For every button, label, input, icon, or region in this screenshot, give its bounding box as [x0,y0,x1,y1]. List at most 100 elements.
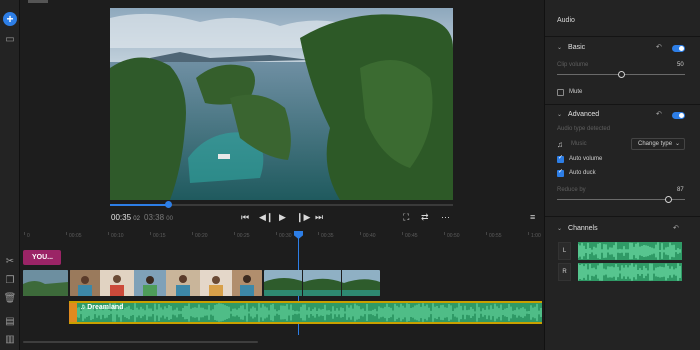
ruler-label: 00:25 [237,233,250,239]
ruler-tick [486,232,487,235]
right-channel-waveform [577,263,682,281]
title-clip[interactable]: YOU... [23,250,61,265]
left-channel-row: L [558,242,683,260]
audio-type-label: Audio type detected [557,126,611,132]
preview-scrubber[interactable] [110,201,453,208]
right-channel-label[interactable]: R [558,263,571,281]
timeline-ruler[interactable]: 0 00:05 00:10 00:15 00:20 00:25 00:30 00:35 00:4… [20,232,544,242]
left-toolbar: + ▭ ✂ ❐ 🗑 ▤ ▥ [0,0,20,350]
ruler-label: 00:20 [195,233,208,239]
left-channel-waveform [577,242,682,260]
timeline-scrollbar[interactable] [23,341,258,343]
trash-icon[interactable]: 🗑 [3,291,17,305]
video-clip-3[interactable] [264,270,380,296]
step-forward-icon[interactable]: ❙▶ [296,212,310,223]
audio-clip-handle[interactable] [69,303,77,322]
video-track [23,270,542,296]
menu-icon[interactable]: ≡ [530,212,535,222]
mute-label: Mute [569,89,583,95]
clip-volume-value: 50 [677,62,684,68]
advanced-toggle[interactable] [672,112,685,119]
reset-icon[interactable]: ↶ [656,43,662,51]
skip-end-icon[interactable]: ⏭ [315,212,323,223]
divider [545,104,700,105]
change-type-dropdown[interactable]: Change type ⌄ [631,138,685,150]
reduce-by-slider[interactable] [557,196,685,203]
reset-icon[interactable]: ↶ [673,224,679,232]
mute-checkbox[interactable] [557,89,564,96]
duplicate-icon[interactable]: ❐ [3,273,17,287]
split-track-icon[interactable]: ▤ [3,314,17,328]
audio-type-name: Music [571,141,587,147]
ruler-label: 00:35 [321,233,334,239]
auto-duck-checkbox[interactable] [557,168,564,177]
basic-toggle[interactable] [672,45,685,52]
ruler-label: 00:05 [69,233,82,239]
basic-section-header[interactable]: ⌄ Basic [557,44,585,51]
video-clip-1[interactable] [23,270,68,296]
ruler-label: 00:15 [153,233,166,239]
auto-volume-label: Auto volume [569,156,603,162]
clip-volume-slider[interactable] [557,71,685,78]
video-clip-2[interactable] [70,270,262,296]
ruler-tick [66,232,67,235]
more-options-icon[interactable]: ⋯ [441,212,450,223]
chevron-down-icon: ⌄ [557,226,563,232]
ruler-label: 00:30 [279,233,292,239]
window-indicator [28,0,48,3]
audio-panel: Audio ⌄ Basic ↶ Clip volume 50 Mute ⌄ Adva… [544,0,700,350]
ruler-tick [192,232,193,235]
music-note-icon: ♫ [557,140,563,149]
auto-volume-checkbox[interactable] [557,154,564,163]
ruler-tick [444,232,445,235]
duration-timecode: 03:38 00 [144,213,173,222]
scissors-icon[interactable]: ✂ [3,254,17,268]
left-channel-label[interactable]: L [558,242,571,260]
align-icon[interactable]: ▥ [3,332,17,346]
video-frame-image [110,8,453,200]
add-media-icon[interactable]: + [3,12,17,26]
reduce-by-value: 87 [677,187,684,193]
audio-clip[interactable]: ♫ Dreamland [69,301,542,324]
chevron-down-icon: ⌄ [557,45,563,51]
ruler-label: 00:55 [489,233,502,239]
ruler-tick [360,232,361,235]
ruler-tick [24,232,25,235]
current-timecode: 00:35 02 [111,213,140,222]
fit-screen-icon[interactable]: ⛶ [403,212,409,223]
reset-icon[interactable]: ↶ [656,110,662,118]
step-back-icon[interactable]: ◀❙ [259,212,273,223]
ruler-tick [234,232,235,235]
library-icon[interactable]: ▭ [3,32,17,46]
chevron-down-icon: ⌄ [674,141,680,147]
divider [545,36,700,37]
audio-waveform [69,303,542,322]
ruler-label: 00:10 [111,233,124,239]
clip-volume-label: Clip volume [557,62,589,68]
divider [545,216,700,217]
chevron-down-icon: ⌄ [557,112,563,118]
video-preview[interactable] [110,8,453,200]
right-channel-row: R [558,263,683,281]
ruler-tick [402,232,403,235]
ruler-tick [276,232,277,235]
ruler-label: 0 [27,233,30,239]
loop-icon[interactable]: ⇄ [421,212,429,223]
ruler-tick [108,232,109,235]
video-editor: + ▭ ✂ ❐ 🗑 ▤ ▥ 00:35 02 03:38 00 ⏮ ◀❙ ▶ ❙… [0,0,700,350]
scrubber-progress [110,204,169,206]
advanced-section-header[interactable]: ⌄ Advanced [557,111,599,118]
scrubber-knob[interactable] [165,201,173,208]
ruler-tick [150,232,151,235]
audio-clip-label: ♫ Dreamland [80,304,124,311]
ruler-label: 1:00 [531,233,541,239]
skip-start-icon[interactable]: ⏮ [241,212,249,223]
clip-volume-knob[interactable] [618,71,625,78]
play-icon[interactable]: ▶ [279,212,286,223]
ruler-label: 00:40 [363,233,376,239]
main-area: 00:35 02 03:38 00 ⏮ ◀❙ ▶ ❙▶ ⏭ ⛶ ⇄ ⋯ ≡ 00… [20,0,544,350]
ruler-tick [318,232,319,235]
reduce-by-label: Reduce by [557,187,586,193]
channels-section-header[interactable]: ⌄ Channels [557,225,598,232]
reduce-by-knob[interactable] [665,196,673,203]
